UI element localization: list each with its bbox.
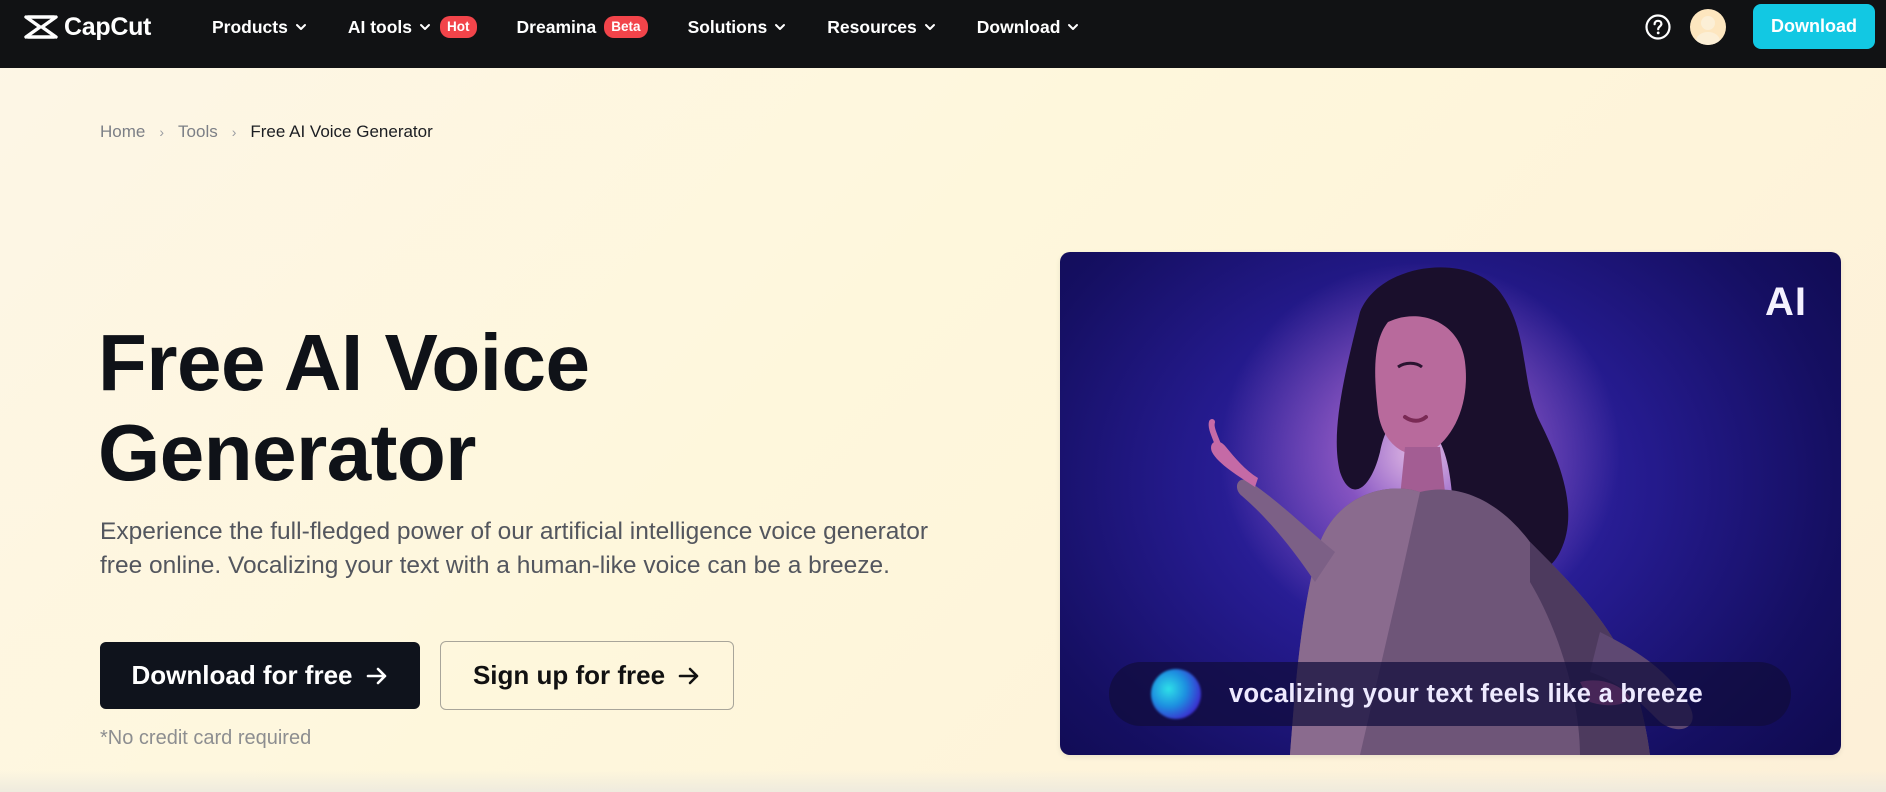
hot-badge: Hot bbox=[440, 16, 477, 38]
nav-item-products[interactable]: Products bbox=[212, 14, 308, 40]
nav-item-download[interactable]: Download bbox=[977, 14, 1081, 40]
button-label: Sign up for free bbox=[472, 660, 666, 690]
page-bottom-fade bbox=[0, 770, 1886, 792]
page-title: Free AI Voice Generator bbox=[98, 318, 590, 497]
nav-item-label: AI tools bbox=[347, 16, 413, 37]
arrow-right-icon bbox=[366, 667, 386, 684]
hero-media-video[interactable]: AI vocalizing your text feels like a bre… bbox=[1060, 252, 1841, 755]
breadcrumb-home[interactable]: Home bbox=[100, 122, 145, 142]
hero-description: Experience the full-fledged power of our… bbox=[100, 518, 929, 579]
voice-orb-icon bbox=[1151, 669, 1201, 719]
main-menu: Products AI tools Hot Dreamina Beta Solu… bbox=[212, 14, 1120, 40]
download-button[interactable]: Download bbox=[1753, 4, 1875, 49]
nav-item-label: Resources bbox=[827, 16, 917, 37]
user-avatar[interactable] bbox=[1690, 9, 1726, 45]
chevron-right-icon: › bbox=[159, 124, 165, 140]
sign-up-for-free-button[interactable]: Sign up for free bbox=[440, 641, 734, 710]
nav-item-label: Solutions bbox=[687, 16, 768, 37]
nav-item-solutions[interactable]: Solutions bbox=[688, 14, 788, 40]
arrow-right-icon bbox=[678, 667, 699, 684]
top-navigation-bar: CapCut Products AI tools Hot Dreamina Be… bbox=[0, 0, 1886, 68]
capcut-logo-icon bbox=[24, 15, 58, 39]
caption-text: vocalizing your text feels like a breeze bbox=[1229, 679, 1704, 708]
chevron-down-icon bbox=[420, 24, 431, 30]
breadcrumb-tools[interactable]: Tools bbox=[178, 122, 218, 142]
chevron-down-icon bbox=[775, 24, 786, 30]
nav-item-ai-tools[interactable]: AI tools Hot bbox=[348, 14, 477, 40]
chevron-down-icon bbox=[924, 24, 935, 30]
nav-item-label: Download bbox=[976, 16, 1061, 37]
download-for-free-button[interactable]: Download for free bbox=[100, 642, 420, 709]
chevron-right-icon: › bbox=[231, 124, 237, 140]
capcut-logo[interactable]: CapCut bbox=[24, 13, 151, 41]
chevron-down-icon bbox=[295, 24, 306, 30]
button-label: Download for free bbox=[131, 660, 353, 690]
beta-badge: Beta bbox=[604, 16, 648, 38]
nav-item-resources[interactable]: Resources bbox=[827, 14, 937, 40]
breadcrumb-current: Free AI Voice Generator bbox=[250, 122, 433, 141]
nav-item-dreamina[interactable]: Dreamina Beta bbox=[517, 14, 648, 40]
nav-item-label: Products bbox=[212, 16, 288, 37]
no-credit-card-note: *No credit card required bbox=[100, 727, 312, 749]
breadcrumb: Home › Tools › Free AI Voice Generator bbox=[100, 122, 433, 142]
logo-text: CapCut bbox=[64, 12, 152, 41]
nav-item-label: Dreamina bbox=[516, 16, 597, 37]
chevron-down-icon bbox=[1068, 24, 1079, 30]
help-circle-icon[interactable] bbox=[1644, 13, 1672, 41]
ai-corner-label: AI bbox=[1765, 280, 1807, 324]
voice-caption-bar: vocalizing your text feels like a breeze bbox=[1109, 662, 1791, 726]
